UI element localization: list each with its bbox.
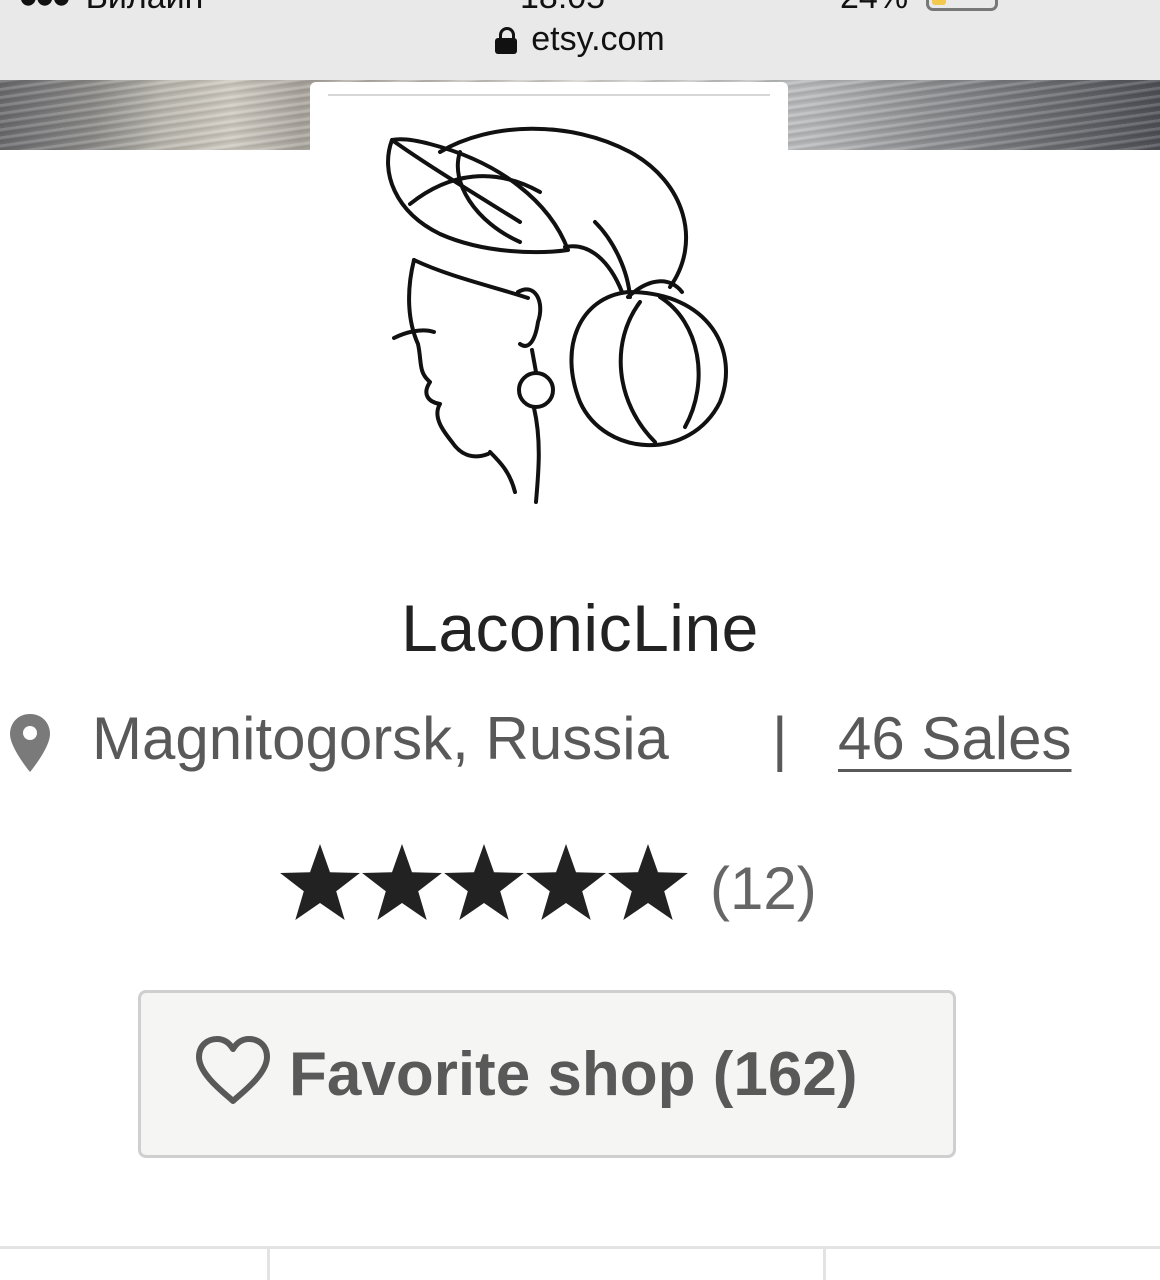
meta-divider: | <box>772 705 788 772</box>
sales-count-link[interactable]: 46 Sales <box>838 704 1072 773</box>
bottom-tab-strip <box>0 1246 1160 1280</box>
carrier-status: ●●● Билайн <box>18 0 203 17</box>
star-icon <box>526 844 606 920</box>
shop-name: LaconicLine <box>401 591 759 665</box>
signal-icon: ●●● <box>18 0 72 16</box>
star-icon <box>444 844 524 920</box>
url-text[interactable]: etsy.com <box>531 20 665 58</box>
tab-cell-2[interactable] <box>270 1249 823 1280</box>
star-icon <box>608 844 688 920</box>
tab-cell-1[interactable] <box>0 1249 267 1280</box>
shop-logo-woman-profile <box>386 126 728 504</box>
battery-level <box>931 0 946 6</box>
address-bar[interactable]: etsy.com <box>0 20 1160 59</box>
lock-icon <box>495 27 518 54</box>
shop-meta-row: Magnitogorsk, Russia | 46 Sales <box>0 704 1160 784</box>
star-rating <box>280 844 688 920</box>
favorite-shop-button[interactable]: Favorite shop (162) <box>138 990 956 1158</box>
location-pin-icon <box>10 714 50 772</box>
shop-location: Magnitogorsk, Russia <box>92 705 669 772</box>
star-icon <box>362 844 442 920</box>
heart-outline-icon <box>196 1036 270 1104</box>
star-icon <box>280 844 360 920</box>
tab-cell-3[interactable] <box>826 1249 1160 1280</box>
battery-icon <box>925 0 998 12</box>
review-count[interactable]: (12) <box>710 854 817 923</box>
shop-avatar[interactable] <box>310 82 788 582</box>
carrier-name: Билайн <box>86 0 204 16</box>
battery-status: 24% <box>840 0 998 17</box>
favorite-shop-label: Favorite shop (162) <box>289 1040 858 1109</box>
clock: 18:05 <box>520 0 605 17</box>
browser-status-bar: ●●● Билайн 18:05 24% etsy.com <box>0 0 1160 80</box>
battery-percent: 24% <box>840 0 908 16</box>
shop-page: ●●● Билайн 18:05 24% etsy.com <box>0 0 1160 1280</box>
